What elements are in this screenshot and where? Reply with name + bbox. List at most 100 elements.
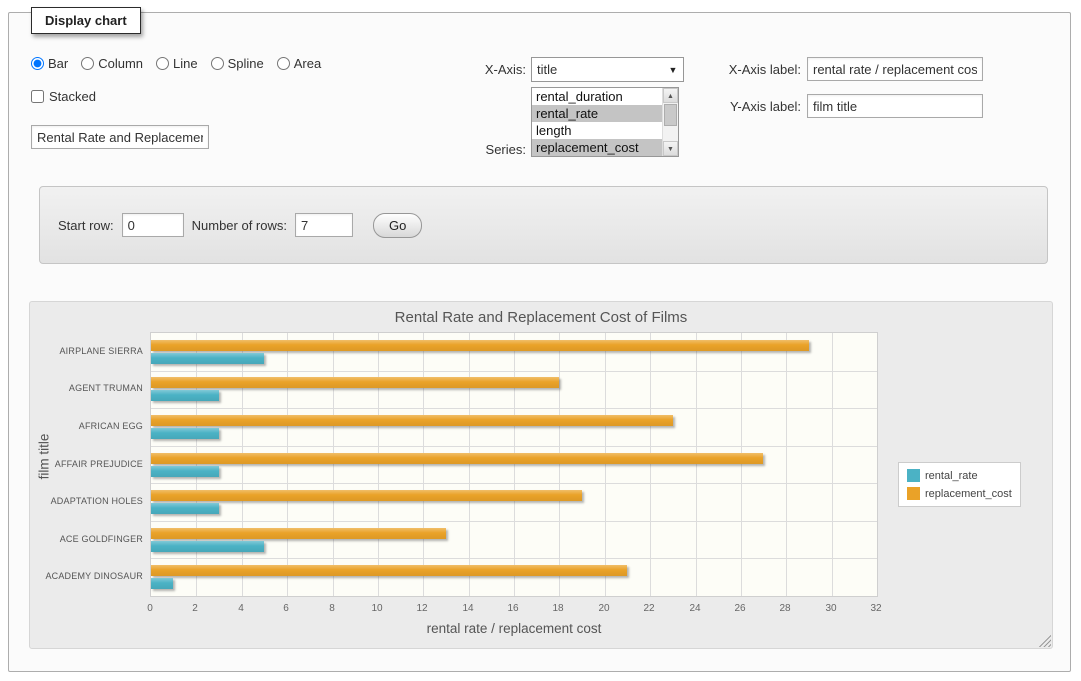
x-tick-label: 30 [825, 603, 836, 614]
bar-replacement_cost [151, 377, 559, 388]
stacked-row: Stacked [31, 89, 96, 104]
bar-replacement_cost [151, 565, 627, 576]
gridline-horizontal [151, 483, 877, 484]
x-tick-label: 8 [329, 603, 335, 614]
series-option-length[interactable]: length [532, 122, 662, 139]
gridline-vertical [378, 333, 379, 596]
y-axis-label-label: Y-Axis label: [709, 99, 801, 114]
category-label: AFRICAN EGG [79, 421, 143, 431]
chart-type-group: Bar Column Line Spline Area [31, 56, 321, 71]
gridline-vertical [696, 333, 697, 596]
x-tick-label: 10 [371, 603, 382, 614]
chart-type-radio[interactable] [31, 57, 44, 70]
y-category-labels: AIRPLANE SIERRAAGENT TRUMANAFRICAN EGGAF… [30, 332, 143, 597]
resize-handle-icon[interactable] [1038, 634, 1051, 647]
y-axis-label-input[interactable] [807, 94, 983, 118]
scrollbar-thumb[interactable] [664, 104, 677, 126]
bar-rental_rate [151, 578, 173, 589]
x-tick-label: 32 [870, 603, 881, 614]
chart-type-line[interactable]: Line [156, 56, 198, 71]
x-tick-label: 20 [598, 603, 609, 614]
bar-replacement_cost [151, 528, 446, 539]
gridline-vertical [242, 333, 243, 596]
gridline-vertical [832, 333, 833, 596]
chart-type-radio[interactable] [81, 57, 94, 70]
x-tick-label: 6 [283, 603, 289, 614]
go-button[interactable]: Go [373, 213, 422, 238]
chart-type-area[interactable]: Area [277, 56, 321, 71]
chart-type-spline[interactable]: Spline [211, 56, 264, 71]
x-axis-label-input[interactable] [807, 57, 983, 81]
series-multiselect[interactable]: rental_durationrental_ratelengthreplacem… [531, 87, 679, 157]
gridline-vertical [287, 333, 288, 596]
category-label: ACE GOLDFINGER [60, 534, 143, 544]
gridline-horizontal [151, 521, 877, 522]
chart-type-radio[interactable] [277, 57, 290, 70]
gridline-vertical [333, 333, 334, 596]
series-option-rental_duration[interactable]: rental_duration [532, 88, 662, 105]
gridline-vertical [786, 333, 787, 596]
gridline-vertical [196, 333, 197, 596]
chart-type-bar[interactable]: Bar [31, 56, 68, 71]
chart-title-input[interactable] [31, 125, 209, 149]
x-tick-label: 18 [552, 603, 563, 614]
x-axis-selected-value: title [532, 62, 663, 77]
x-tick-label: 22 [643, 603, 654, 614]
gridline-vertical [559, 333, 560, 596]
x-axis-select[interactable]: title ▼ [531, 57, 684, 82]
scroll-down-icon[interactable]: ▼ [663, 141, 678, 156]
series-options: rental_durationrental_ratelengthreplacem… [532, 88, 662, 156]
series-option-replacement_cost[interactable]: replacement_cost [532, 139, 662, 156]
bar-rental_rate [151, 353, 264, 364]
series-option-rental_rate[interactable]: rental_rate [532, 105, 662, 122]
x-tick-label: 28 [779, 603, 790, 614]
legend-swatch [907, 469, 920, 482]
x-tick-label: 2 [192, 603, 198, 614]
x-tick-label: 26 [734, 603, 745, 614]
category-label: AIRPLANE SIERRA [59, 346, 143, 356]
category-label: ACADEMY DINOSAUR [45, 571, 143, 581]
chart-type-label: Line [173, 56, 198, 71]
gridline-vertical [469, 333, 470, 596]
chart-type-radio[interactable] [211, 57, 224, 70]
chart-container: Rental Rate and Replacement Cost of Film… [29, 301, 1053, 649]
num-rows-input[interactable] [295, 213, 353, 237]
chart-x-axis-title: rental rate / replacement cost [150, 621, 878, 636]
gridline-vertical [605, 333, 606, 596]
bar-replacement_cost [151, 415, 673, 426]
stacked-label: Stacked [49, 89, 96, 104]
row-range-panel: Start row: Number of rows: Go [39, 186, 1048, 264]
chart-type-label: Area [294, 56, 321, 71]
gridline-horizontal [151, 408, 877, 409]
series-select-label: Series: [459, 142, 526, 157]
bar-replacement_cost [151, 453, 763, 464]
display-chart-legend: Display chart [31, 7, 141, 34]
gridline-horizontal [151, 446, 877, 447]
category-label: AFFAIR PREJUDICE [55, 459, 143, 469]
x-tick-label: 12 [416, 603, 427, 614]
bar-replacement_cost [151, 340, 809, 351]
x-tick-label: 24 [689, 603, 700, 614]
x-axis-select-label: X-Axis: [471, 62, 526, 77]
chart-type-column[interactable]: Column [81, 56, 143, 71]
display-chart-fieldset: Display chart BarColumnLineSplineArea St… [8, 12, 1071, 672]
bar-rental_rate [151, 541, 264, 552]
chart-type-radio[interactable] [156, 57, 169, 70]
category-label: ADAPTATION HOLES [51, 496, 143, 506]
scroll-up-icon[interactable]: ▲ [663, 88, 678, 103]
legend-label: rental_rate [925, 470, 978, 482]
series-scrollbar[interactable]: ▲ ▼ [662, 88, 678, 156]
bar-rental_rate [151, 390, 219, 401]
num-rows-label: Number of rows: [192, 218, 287, 233]
gridline-vertical [514, 333, 515, 596]
gridline-vertical [650, 333, 651, 596]
legend-item: rental_rate [907, 469, 1012, 482]
legend-label: replacement_cost [925, 488, 1012, 500]
chart-type-label: Column [98, 56, 143, 71]
gridline-horizontal [151, 558, 877, 559]
chart-legend: rental_rate replacement_cost [898, 462, 1021, 507]
plot-area [150, 332, 878, 597]
stacked-checkbox[interactable] [31, 90, 44, 103]
start-row-input[interactable] [122, 213, 184, 237]
bar-rental_rate [151, 466, 219, 477]
